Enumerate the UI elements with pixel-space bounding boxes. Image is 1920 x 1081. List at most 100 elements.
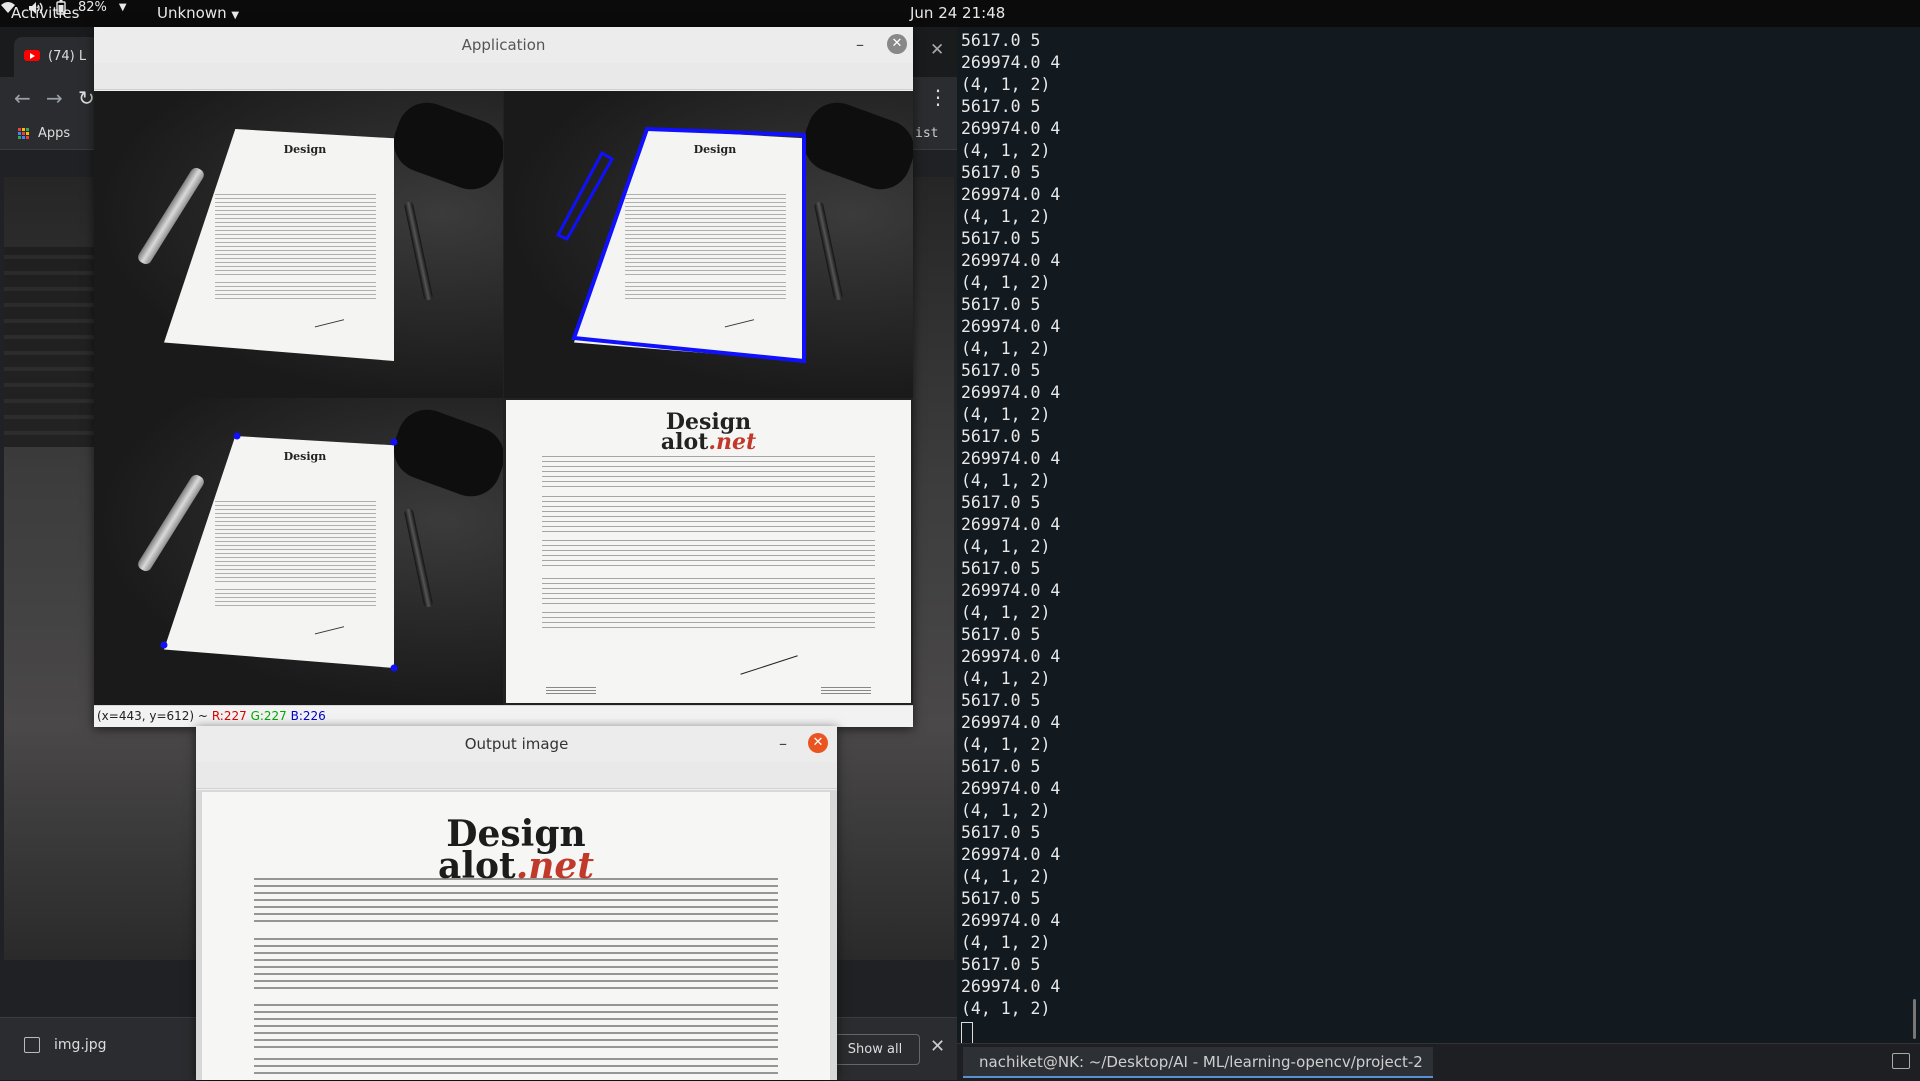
download-filename: img.jpg (54, 1037, 107, 1053)
output-canvas[interactable]: Design alot.net (196, 790, 837, 1080)
terminal-line: (4, 1, 2) (961, 537, 1051, 556)
document-paragraph (542, 612, 875, 632)
document-paragraph (254, 878, 778, 926)
corner-points-overlay (160, 432, 398, 672)
window-title[interactable]: Application (94, 27, 913, 64)
bookmark-reading-list[interactable]: ist (915, 126, 938, 141)
logo-text-net: .net (708, 429, 757, 455)
terminal-line: 269974.0 4 (961, 185, 1061, 204)
minimize-icon[interactable]: – (779, 734, 787, 753)
contour-image-pane: Design (504, 91, 913, 398)
pen-object (403, 201, 434, 301)
warped-image-pane: Design alot.net (504, 398, 913, 705)
document-footer (821, 687, 871, 695)
pixel-red-value: R:227 (211, 709, 247, 723)
terminal-line: 269974.0 4 (961, 581, 1061, 600)
paper-text (214, 193, 376, 278)
close-icon[interactable]: ✕ (930, 1036, 945, 1057)
terminal-line: 5617.0 5 (961, 493, 1041, 512)
document-signature (734, 636, 798, 675)
reload-icon[interactable]: ↻ (78, 86, 95, 110)
paper-logo: Design (283, 142, 327, 156)
app-menu[interactable]: Unknown ▼ (157, 4, 239, 22)
document-paragraph (542, 456, 875, 488)
browser-tab-title: (74) L (48, 49, 87, 64)
highlighter-contour (555, 150, 615, 241)
cursor-coordinates: (x=443, y=612) ~ (97, 709, 208, 723)
terminal-line: 5617.0 5 (961, 97, 1041, 116)
keyboard-photo (4, 247, 94, 447)
output-image-window: Output image – ✕ Design alot.net (196, 726, 837, 1080)
terminal-line: 5617.0 5 (961, 889, 1041, 908)
clock[interactable]: Jun 24 21:48 (910, 4, 1005, 22)
minimize-icon[interactable]: – (856, 35, 864, 54)
close-icon[interactable]: ✕ (887, 34, 907, 54)
close-icon[interactable]: ✕ (808, 733, 828, 753)
app-menu-label: Unknown (157, 4, 227, 22)
terminal-line: 269974.0 4 (961, 119, 1061, 138)
apps-grid-icon (18, 127, 30, 140)
terminal-line: 269974.0 4 (961, 845, 1061, 864)
show-all-button[interactable]: Show all (830, 1034, 920, 1065)
corner-point (233, 432, 241, 440)
application-window: Application – ✕ Design Design Design Des… (94, 27, 913, 727)
logo-text-bottom: alot (660, 429, 709, 455)
document-paragraph (542, 578, 875, 606)
file-icon (24, 1037, 40, 1053)
document-paragraph (254, 1058, 778, 1078)
youtube-icon (24, 50, 40, 61)
terminal-line: 5617.0 5 (961, 295, 1041, 314)
terminal-line: (4, 1, 2) (961, 669, 1051, 688)
terminal-line: 269974.0 4 (961, 713, 1061, 732)
corner-point (160, 641, 168, 649)
battery-percent: 82% (78, 0, 107, 15)
terminal-line: 5617.0 5 (961, 757, 1041, 776)
notification-icon[interactable] (1892, 1053, 1910, 1069)
chevron-down-icon: ▼ (118, 2, 127, 13)
cuff-object (385, 94, 503, 198)
terminal-line: 269974.0 4 (961, 383, 1061, 402)
document-logo: Design alot.net (506, 411, 911, 455)
terminal-line: 269974.0 4 (961, 53, 1061, 72)
warped-document: Design alot.net (506, 400, 911, 703)
pixel-blue-value: B:226 (290, 709, 326, 723)
terminal-line: 269974.0 4 (961, 449, 1061, 468)
corners-image-pane: Design (94, 398, 503, 705)
corner-point (390, 664, 398, 672)
terminal-output: 5617.0 5 269974.0 4 (4, 1, 2) 5617.0 5 26997… (961, 30, 1060, 1044)
window-toolbar (196, 762, 837, 789)
terminal-task-button[interactable]: nachiket@NK: ~/Desktop/AI - ML/learning-… (963, 1047, 1433, 1078)
terminal-cursor (961, 1022, 973, 1044)
document-paragraph (542, 540, 875, 570)
terminal-scrollbar[interactable] (1913, 999, 1916, 1039)
terminal-line: (4, 1, 2) (961, 273, 1051, 292)
window-title[interactable]: Output image (196, 726, 837, 763)
window-toolbar (94, 63, 913, 90)
download-item[interactable]: img.jpg (24, 1037, 107, 1053)
back-arrow-icon[interactable]: ← (14, 86, 31, 110)
terminal-line: (4, 1, 2) (961, 867, 1051, 886)
bookmark-apps[interactable]: Apps (18, 126, 70, 141)
document-paragraph (254, 1004, 778, 1048)
corner-point (390, 438, 398, 446)
document-paragraph (254, 938, 778, 994)
scanned-document: Design alot.net (202, 792, 830, 1080)
close-icon[interactable]: ✕ (930, 40, 944, 60)
paper-text (214, 282, 376, 301)
forward-arrow-icon[interactable]: → (46, 86, 63, 110)
terminal-line: 5617.0 5 (961, 427, 1041, 446)
terminal-line: 269974.0 4 (961, 317, 1061, 336)
terminal-line: 269974.0 4 (961, 515, 1061, 534)
terminal-line: 5617.0 5 (961, 31, 1041, 50)
terminal-window[interactable]: 5617.0 5 269974.0 4 (4, 1, 2) 5617.0 5 26997… (957, 27, 1920, 1044)
terminal-line: (4, 1, 2) (961, 141, 1051, 160)
document-paragraph (542, 496, 875, 532)
terminal-line: (4, 1, 2) (961, 735, 1051, 754)
terminal-line: (4, 1, 2) (961, 207, 1051, 226)
menu-kebab-icon[interactable]: ⋮ (928, 85, 948, 109)
terminal-line: 5617.0 5 (961, 229, 1041, 248)
terminal-line: 269974.0 4 (961, 251, 1061, 270)
image-canvas[interactable]: Design Design Design Design alot.net (94, 91, 913, 705)
activities-button[interactable]: Activities (11, 4, 79, 22)
terminal-line: 5617.0 5 (961, 823, 1041, 842)
